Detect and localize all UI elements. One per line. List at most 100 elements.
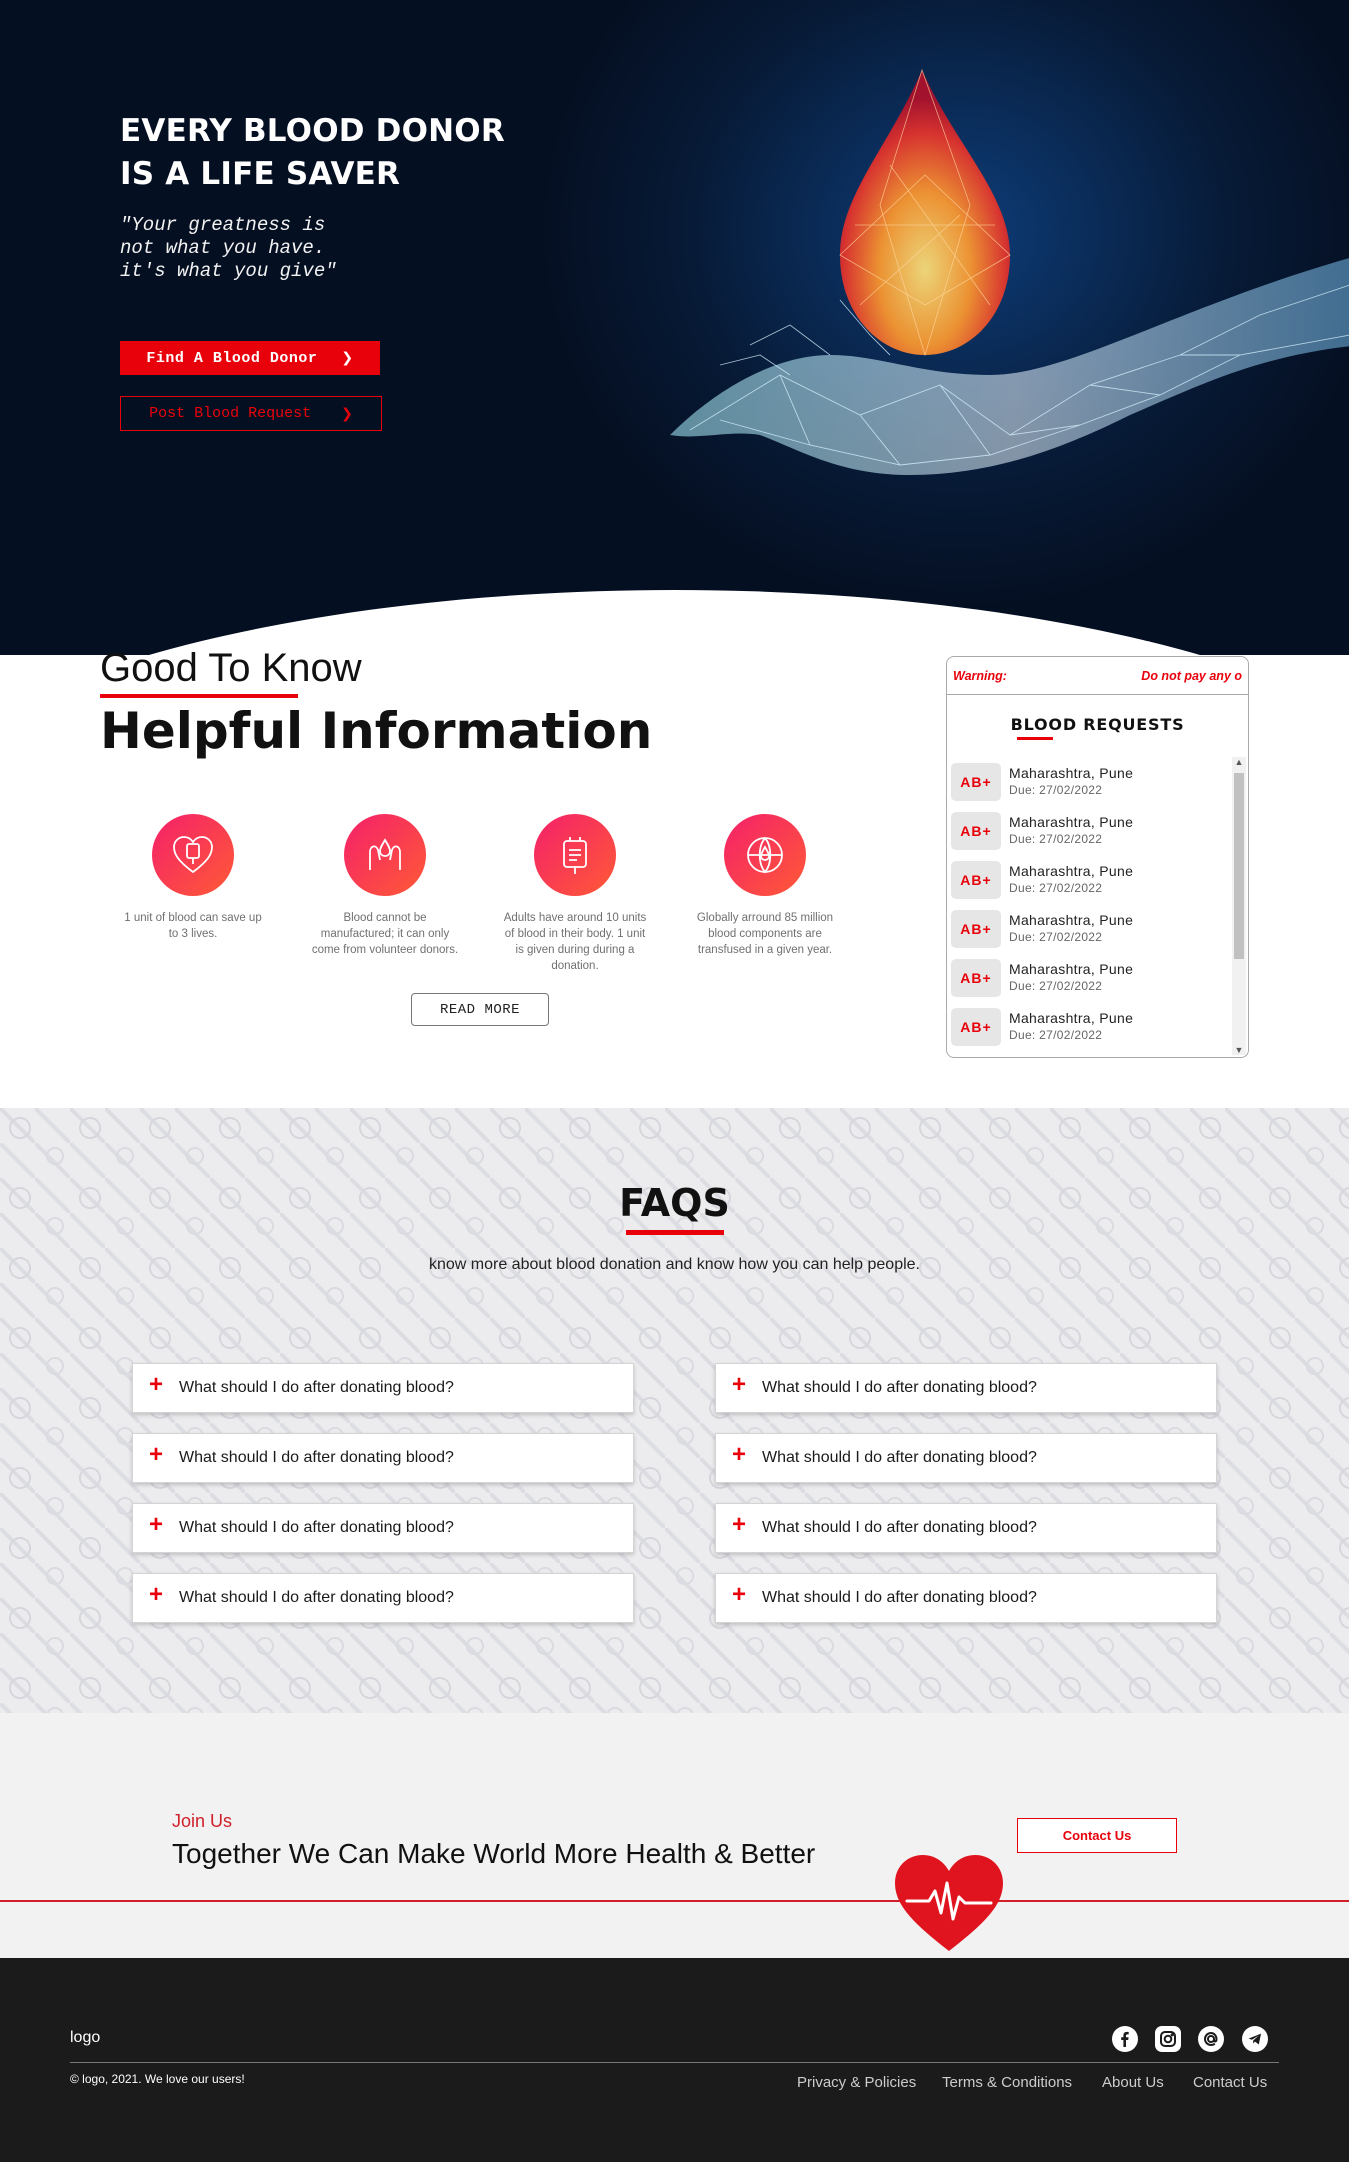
read-more-button[interactable]: READ MORE [411,993,549,1026]
footer-link-about[interactable]: About Us [1102,2074,1164,2091]
plus-icon: + [149,1581,164,1608]
footer-link-privacy[interactable]: Privacy & Policies [797,2074,916,2091]
info-text: 1 unit of blood can save up to 3 lives. [124,912,262,940]
request-row[interactable]: AB+ Maharashtra, Pune Due: 27/02/2022 [951,1002,1231,1051]
faq-question: What should I do after donating blood? [762,1379,1037,1396]
hero-title-line2: IS A LIFE SAVER [120,156,401,192]
faq-section: FAQS know more about blood donation and … [0,1108,1349,1713]
plus-icon: + [732,1371,747,1398]
warning-marquee: Warning: Do not pay any o [947,657,1248,695]
find-blood-donor-label: Find A Blood Donor [146,349,318,367]
request-row[interactable]: AB+ Maharashtra, Pune Due: 27/02/2022 [951,953,1231,1002]
good-to-know-subtitle: Good To Know [100,646,362,690]
faq-question: What should I do after donating blood? [179,1519,454,1536]
blood-requests-title: BLOOD REQUESTS [1010,715,1185,734]
email-at-icon[interactable] [1198,2026,1224,2052]
facebook-icon[interactable] [1112,2026,1138,2052]
heartbeat-heart-icon [895,1855,1003,1951]
faq-item[interactable]: + What should I do after donating blood? [132,1573,634,1623]
faq-title: FAQS [619,1181,730,1225]
globe-drop-icon [724,814,806,896]
request-due-date: Due: 27/02/2022 [1009,832,1103,846]
footer-link-terms[interactable]: Terms & Conditions [942,2074,1072,2091]
faq-question: What should I do after donating blood? [762,1589,1037,1606]
footer-link-contact[interactable]: Contact Us [1193,2074,1267,2091]
info-item: Globally arround 85 million blood compon… [690,814,840,958]
request-row[interactable]: AB+ Maharashtra, Pune Due: 27/02/2022 [951,757,1231,806]
telegram-icon[interactable] [1242,2026,1268,2052]
info-item: Blood cannot be manufactured; it can onl… [310,814,460,958]
warning-text: Do not pay any o [1141,668,1242,683]
blood-group-badge: AB+ [951,811,1001,850]
join-us-label: Join Us [172,1811,233,1831]
faq-item[interactable]: + What should I do after donating blood? [715,1433,1217,1483]
request-due-date: Due: 27/02/2022 [1009,979,1103,993]
hands-blood-icon [344,814,426,896]
request-row[interactable]: AB+ Maharashtra, Pune Due: 27/02/2022 [951,904,1231,953]
instagram-icon[interactable] [1155,2026,1181,2052]
hero-quote-line2: not what you have. [120,237,326,259]
helpful-information-title: Helpful Information [100,702,653,760]
post-blood-request-label: Post Blood Request [149,405,312,422]
chevron-right-icon: ❯ [341,405,353,422]
blood-bag-icon [534,814,616,896]
info-text: Blood cannot be manufactured; it can onl… [311,912,459,956]
faq-item[interactable]: + What should I do after donating blood? [715,1573,1217,1623]
request-due-date: Due: 27/02/2022 [1009,1028,1103,1042]
subtitle-underline [100,694,298,698]
info-text: Globally arround 85 million blood compon… [696,912,834,956]
scrollbar[interactable]: ▲ ▼ [1232,757,1246,1055]
warning-label: Warning: [953,668,1007,683]
request-row[interactable]: AB+ Maharashtra, Pune Due: 27/02/2022 [951,855,1231,904]
info-item: 1 unit of blood can save up to 3 lives. [118,814,268,942]
faq-item[interactable]: + What should I do after donating blood? [715,1503,1217,1553]
request-due-date: Due: 27/02/2022 [1009,881,1103,895]
faq-item[interactable]: + What should I do after donating blood? [132,1363,634,1413]
plus-icon: + [149,1511,164,1538]
join-us-heading: Together We Can Make World More Health &… [172,1838,816,1869]
faq-question: What should I do after donating blood? [762,1519,1037,1536]
heart-blood-bag-icon [152,814,234,896]
plus-icon: + [149,1441,164,1468]
title-underline [1017,737,1053,740]
hero-section: EVERY BLOOD DONOR IS A LIFE SAVER "Your … [0,0,1349,655]
plus-icon: + [732,1511,747,1538]
hero-title: EVERY BLOOD DONOR IS A LIFE SAVER [120,110,540,196]
copyright-text: © logo, 2021. We love our users! [70,2072,245,2086]
faq-item[interactable]: + What should I do after donating blood? [132,1433,634,1483]
blood-group-badge: AB+ [951,1007,1001,1046]
faq-title-underline [626,1230,724,1235]
blood-group-badge: AB+ [951,958,1001,997]
request-location: Maharashtra, Pune [1009,765,1134,781]
hero-title-line1: EVERY BLOOD DONOR [120,113,505,149]
request-location: Maharashtra, Pune [1009,814,1134,830]
scroll-up-icon[interactable]: ▲ [1232,757,1246,767]
heartbeat-line [0,1900,1349,1902]
faq-subtitle: know more about blood donation and know … [428,1256,920,1273]
request-due-date: Due: 27/02/2022 [1009,930,1103,944]
faq-question: What should I do after donating blood? [179,1589,454,1606]
blood-requests-list: AB+ Maharashtra, Pune Due: 27/02/2022 AB+… [951,757,1231,1051]
footer-logo[interactable]: logo [70,2029,100,2047]
request-location: Maharashtra, Pune [1009,863,1134,879]
hero-quote: "Your greatness is not what you have. it… [120,214,390,283]
scrollbar-thumb[interactable] [1234,773,1244,959]
request-location: Maharashtra, Pune [1009,1010,1134,1026]
request-row[interactable]: AB+ Maharashtra, Pune Due: 27/02/2022 [951,806,1231,855]
join-us-section: Join Us Together We Can Make World More … [0,1713,1349,1958]
blood-requests-panel: Warning: Do not pay any o BLOOD REQUESTS… [946,656,1249,1058]
scroll-down-icon[interactable]: ▼ [1232,1045,1246,1055]
plus-icon: + [149,1371,164,1398]
faq-question: What should I do after donating blood? [179,1379,454,1396]
info-text: Adults have around 10 units of blood in … [503,912,647,972]
blood-group-badge: AB+ [951,860,1001,899]
contact-us-button[interactable]: Contact Us [1017,1818,1177,1853]
find-blood-donor-button[interactable]: Find A Blood Donor ❯ [120,341,380,375]
faq-item[interactable]: + What should I do after donating blood? [715,1363,1217,1413]
plus-icon: + [732,1441,747,1468]
hand-blood-drop-illustration [670,68,1349,475]
info-item: Adults have around 10 units of blood in … [500,814,650,974]
request-location: Maharashtra, Pune [1009,912,1134,928]
post-blood-request-button[interactable]: Post Blood Request ❯ [120,396,382,431]
faq-item[interactable]: + What should I do after donating blood? [132,1503,634,1553]
